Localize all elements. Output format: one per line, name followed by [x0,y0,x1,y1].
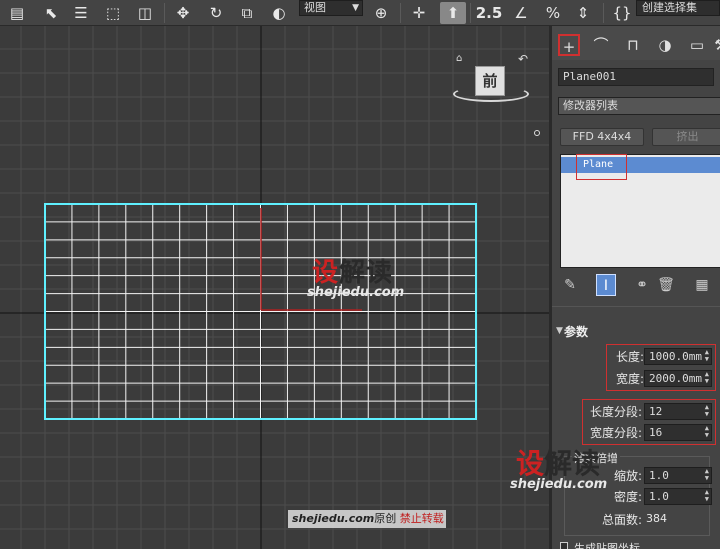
parameters-rollout-title[interactable]: 参数 [564,323,588,340]
pin-stack-icon[interactable]: ✎ [560,274,580,296]
reference-coordinate-dropdown[interactable]: 视图 ▼ [299,0,363,16]
window-crossing-icon[interactable]: ◫ [132,2,158,24]
highlight-segment-params [582,399,716,445]
percent-snap-icon[interactable]: % [540,2,566,24]
rotate-icon[interactable]: ↻ [203,2,229,24]
credit-original: 原创 [374,512,397,525]
viewcube-front-face[interactable]: 前 [475,66,505,96]
pivot-center-icon[interactable]: ⊕ [368,2,394,24]
panel-divider [552,306,720,307]
select-object-icon[interactable]: ⬉ [40,2,62,24]
spinner-snap-icon[interactable]: ⇕ [570,2,596,24]
chevron-down-icon: ▼ [352,3,359,13]
modify-tab-icon[interactable]: ⌒ [590,34,612,56]
object-name-field[interactable]: Plane001 [558,68,714,86]
credit-url: shejiedu.com [292,512,375,525]
spinner-arrows-icon[interactable]: ▲ ▼ [705,468,709,482]
create-tab-icon[interactable]: + [558,34,580,56]
watermark-url: shejiedu.com [307,285,405,300]
selection-set-field[interactable]: 创建选择集 [636,0,720,16]
select-and-manipulate-icon[interactable]: ✛ [406,2,432,24]
utilities-tab-icon[interactable]: ⚒ [710,34,720,56]
main-toolbar: ▤ ⬉ ☰ ⬚ ◫ ✥ ↻ ⧉ ◐ 视图 ▼ ⊕ ✛ ⬆ 2.5 ∠ % ⇕ {… [0,0,720,26]
watermark-logo: 设解读 [312,252,393,289]
gen-mapping-checkbox[interactable] [560,542,568,549]
viewcube-options-icon[interactable] [534,130,540,136]
watermark-brand-rest: 解读 [339,258,394,288]
command-panel-tabs: + ⌒ ⊓ ◑ ▭ ⚒ [552,26,720,60]
scale-icon[interactable]: ⧉ [234,2,260,24]
select-by-name-icon[interactable]: ☰ [70,2,92,24]
configure-modifier-sets-icon[interactable]: ▦ [692,274,712,296]
snap-label: 2.5 [475,4,503,22]
spinner-arrows-icon[interactable]: ▲ ▼ [705,489,709,503]
total-faces-value: 384 [646,512,667,525]
snaps-toggle-icon[interactable]: 2.5 [474,2,504,24]
credit-forbid: 禁止转载 [399,512,444,525]
hierarchy-tab-icon[interactable]: ⊓ [622,34,644,56]
scale-value: 1.0 [649,469,669,482]
watermark-logo-2: 设解读 [516,442,600,482]
rollout-collapse-icon[interactable]: ▼ [556,326,563,336]
move-icon[interactable]: ✥ [170,2,196,24]
extrude-modifier-button[interactable]: 挤出 [652,128,720,146]
watermark-brand-rest: 解读 [544,447,601,480]
density-value: 1.0 [649,490,669,503]
ffd-modifier-button[interactable]: FFD 4x4x4 [560,128,644,146]
total-faces-label: 总面数: [601,513,642,527]
watermark-url-2: shejiedu.com [510,477,608,492]
keyboard-shortcut-override-icon[interactable]: ⬆ [440,2,466,24]
highlight-size-params [606,344,716,391]
make-unique-icon[interactable]: ⚭ [632,274,652,296]
remove-modifier-icon[interactable]: 🗑 [656,274,676,296]
selection-filter-icon[interactable]: ▤ [2,2,32,24]
command-panel: + ⌒ ⊓ ◑ ▭ ⚒ Plane001 修改器列表 FFD 4x4x4 挤出 … [510,26,720,549]
view-combo-label: 视图 [304,1,326,14]
modifier-list-dropdown[interactable]: 修改器列表 [558,97,720,115]
orbit-icon[interactable]: ↶ [518,52,528,66]
watermark-brand-red: 设 [312,258,340,288]
show-end-result-icon[interactable]: I [596,274,616,296]
credit-banner: shejiedu.com原创 禁止转载 [288,510,446,528]
angle-snap-icon[interactable]: ∠ [508,2,534,24]
highlight-stack-item [576,154,627,180]
motion-tab-icon[interactable]: ◑ [654,34,676,56]
scale-spinner[interactable]: 1.0 ▲ ▼ [644,467,712,484]
density-spinner[interactable]: 1.0 ▲ ▼ [644,488,712,505]
display-tab-icon[interactable]: ▭ [686,34,708,56]
front-viewport[interactable]: ⌂ ↶ 前 设解读 shejiedu.com shejiedu.com原创 禁止… [0,26,549,549]
named-selection-icon[interactable]: {} [610,2,634,24]
place-icon[interactable]: ◐ [266,2,292,24]
watermark-brand-red: 设 [516,447,545,480]
viewport-canvas[interactable] [0,26,549,549]
gen-mapping-label: 生成贴图坐标 [574,542,640,549]
selection-region-icon[interactable]: ⬚ [100,2,126,24]
home-icon[interactable]: ⌂ [456,54,466,64]
